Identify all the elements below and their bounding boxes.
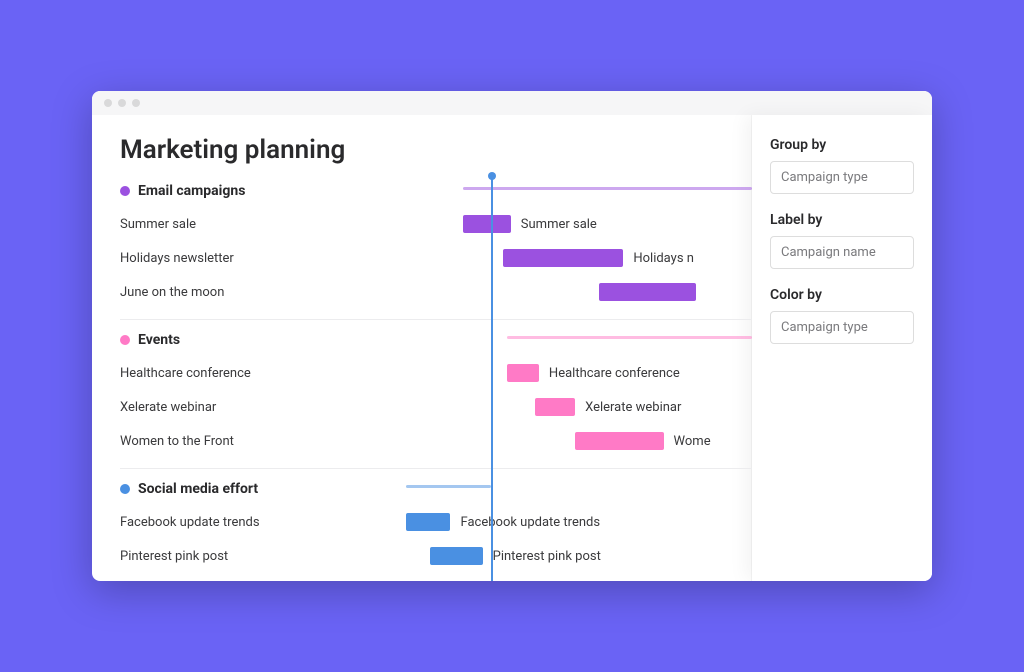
label-by-field: Label by Campaign name bbox=[770, 212, 914, 269]
row-timeline: Summer sale bbox=[350, 207, 752, 241]
group-header[interactable]: Email campaigns bbox=[120, 183, 752, 199]
row-label[interactable]: Holidays newsletter bbox=[120, 251, 350, 266]
row-timeline: Holidays n bbox=[350, 241, 752, 275]
group-by-select[interactable]: Campaign type bbox=[770, 161, 914, 194]
gantt-bar[interactable]: Summer sale bbox=[463, 215, 511, 233]
gantt-row: Xelerate webinar Xelerate webinar bbox=[120, 390, 752, 424]
gantt-bar[interactable]: Xelerate webinar bbox=[535, 398, 575, 416]
row-label[interactable]: Summer sale bbox=[120, 217, 350, 232]
gantt-row: Facebook update trends Facebook update tr… bbox=[120, 505, 752, 539]
row-timeline: Facebook update trends bbox=[350, 505, 752, 539]
row-label[interactable]: Healthcare conference bbox=[120, 366, 350, 381]
gantt-bar[interactable]: Holidays n bbox=[503, 249, 624, 267]
group-header[interactable]: Events bbox=[120, 332, 752, 348]
row-label[interactable]: June on the moon bbox=[120, 285, 350, 300]
window-titlebar bbox=[92, 91, 932, 115]
gantt-bar-label: Healthcare conference bbox=[549, 366, 680, 381]
gantt-row: Holidays newsletter Holidays n bbox=[120, 241, 752, 275]
gantt-bar-label: Holidays n bbox=[633, 251, 694, 266]
gantt-bar-label: Summer sale bbox=[521, 217, 597, 232]
group-color-dot-icon bbox=[120, 335, 130, 345]
group-color-dot-icon bbox=[120, 484, 130, 494]
gantt-bar-label: Pinterest pink post bbox=[493, 549, 601, 564]
label-by-label: Label by bbox=[770, 212, 914, 228]
row-label[interactable]: Xelerate webinar bbox=[120, 400, 350, 415]
page-title: Marketing planning bbox=[120, 135, 752, 165]
group-color-dot-icon bbox=[120, 186, 130, 196]
content-area: Marketing planning Email campaigns Summer… bbox=[92, 115, 932, 581]
row-timeline: Wome bbox=[350, 424, 752, 458]
row-timeline: Healthcare conference bbox=[350, 356, 752, 390]
group-range-bar bbox=[463, 187, 752, 190]
group-name: Email campaigns bbox=[138, 183, 245, 199]
gantt-group: Email campaigns Summer sale Summer sale Hol… bbox=[120, 183, 752, 320]
gantt-bar[interactable]: Wome bbox=[575, 432, 663, 450]
row-label[interactable]: Facebook update trends bbox=[120, 515, 350, 530]
traffic-light-close-icon[interactable] bbox=[104, 99, 112, 107]
row-label[interactable]: Pinterest pink post bbox=[120, 549, 350, 564]
group-range-bar bbox=[507, 336, 752, 339]
gantt-bar-label: Xelerate webinar bbox=[585, 400, 681, 415]
row-timeline: Pinterest pink post bbox=[350, 539, 752, 573]
options-sidebar: Group by Campaign type Label by Campaign… bbox=[752, 115, 932, 581]
group-range-bar bbox=[406, 485, 490, 488]
group-by-label: Group by bbox=[770, 137, 914, 153]
gantt-bar-label: Facebook update trends bbox=[460, 515, 600, 530]
group-header[interactable]: Social media effort bbox=[120, 481, 752, 497]
gantt-row: Summer sale Summer sale bbox=[120, 207, 752, 241]
gantt-bar-label: Wome bbox=[674, 434, 711, 449]
gantt-bar[interactable]: Healthcare conference bbox=[507, 364, 539, 382]
row-timeline: Xelerate webinar bbox=[350, 390, 752, 424]
gantt-bar[interactable] bbox=[599, 283, 695, 301]
gantt-row: Healthcare conference Healthcare conferen… bbox=[120, 356, 752, 390]
traffic-light-min-icon[interactable] bbox=[118, 99, 126, 107]
group-name: Events bbox=[138, 332, 180, 348]
gantt-row: June on the moon bbox=[120, 275, 752, 309]
color-by-label: Color by bbox=[770, 287, 914, 303]
color-by-select[interactable]: Campaign type bbox=[770, 311, 914, 344]
gantt-bar[interactable]: Pinterest pink post bbox=[430, 547, 482, 565]
gantt-row: Pinterest pink post Pinterest pink post bbox=[120, 539, 752, 573]
app-window: Marketing planning Email campaigns Summer… bbox=[92, 91, 932, 581]
gantt-group: Social media effort Facebook update trend… bbox=[120, 481, 752, 581]
traffic-light-max-icon[interactable] bbox=[132, 99, 140, 107]
gantt-panel: Marketing planning Email campaigns Summer… bbox=[92, 115, 752, 581]
today-marker-line bbox=[491, 175, 493, 581]
row-timeline bbox=[350, 275, 752, 309]
gantt-row: Women to the Front Wome bbox=[120, 424, 752, 458]
gantt-groups: Email campaigns Summer sale Summer sale Hol… bbox=[120, 183, 752, 581]
gantt-bar[interactable]: Facebook update trends bbox=[406, 513, 450, 531]
label-by-select[interactable]: Campaign name bbox=[770, 236, 914, 269]
row-label[interactable]: Women to the Front bbox=[120, 434, 350, 449]
gantt-group: EventsHealthcare conferenceHealthcare co… bbox=[120, 332, 752, 469]
group-name: Social media effort bbox=[138, 481, 258, 497]
color-by-field: Color by Campaign type bbox=[770, 287, 914, 344]
group-by-field: Group by Campaign type bbox=[770, 137, 914, 194]
